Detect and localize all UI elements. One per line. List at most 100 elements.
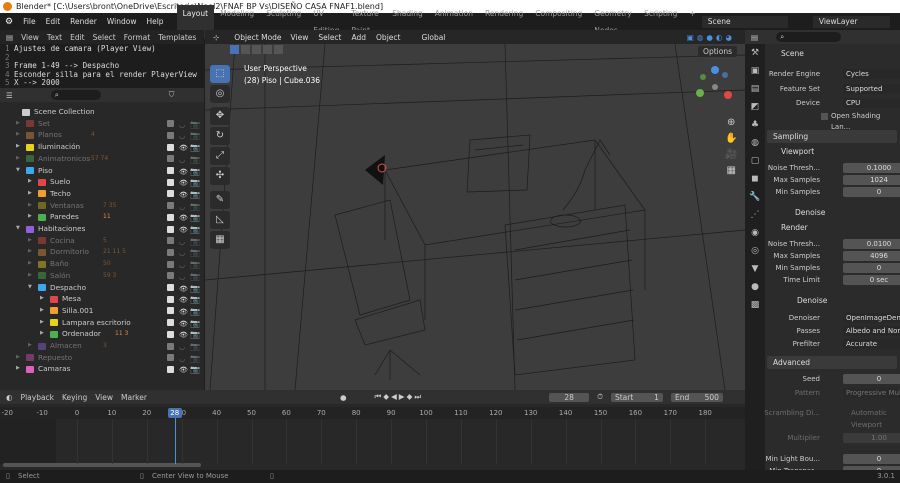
prop-row[interactable]: Min Samples 0 xyxy=(765,263,900,274)
expand-arrow-icon[interactable]: ▶ xyxy=(16,129,20,141)
outliner-row[interactable]: ▶ Lampara escritorio 👁 📷 xyxy=(0,317,204,329)
expand-arrow-icon[interactable]: ▶ xyxy=(40,293,44,305)
exclude-checkbox[interactable] xyxy=(167,213,174,221)
expand-arrow-icon[interactable]: ▶ xyxy=(28,211,32,223)
seed-row[interactable]: Seed 0 xyxy=(765,374,900,385)
expand-arrow-icon[interactable]: ▼ xyxy=(28,282,32,294)
exclude-checkbox[interactable] xyxy=(167,354,174,362)
pattern-row[interactable]: Pattern Progressive Multi-... xyxy=(765,388,900,399)
editor-type-icon[interactable]: ▤ xyxy=(751,33,758,42)
text-menu-format[interactable]: Format xyxy=(124,33,150,42)
exclude-checkbox[interactable] xyxy=(167,155,174,163)
outliner-row[interactable]: ▶ Camaras 👁 📷 xyxy=(0,363,204,375)
expand-arrow-icon[interactable]: ▶ xyxy=(28,258,32,270)
navigation-gizmo[interactable] xyxy=(693,65,737,109)
expand-arrow-icon[interactable]: ▶ xyxy=(28,235,32,247)
outliner-row[interactable]: ▶ Salón 59 3 ◡ 📷 xyxy=(0,270,204,282)
text-menu-edit[interactable]: Edit xyxy=(70,33,85,42)
exclude-checkbox[interactable] xyxy=(167,143,174,151)
render-camera-icon[interactable]: 📷 xyxy=(190,364,200,376)
filter-icon[interactable]: ⛉ xyxy=(169,90,175,100)
transform-orientation[interactable]: Global xyxy=(421,33,445,42)
menu-file[interactable]: File xyxy=(18,17,41,26)
properties-search-input[interactable]: ⌕ xyxy=(776,32,842,42)
measure-tool[interactable]: ◺ xyxy=(210,211,230,229)
playhead-frame-label[interactable]: 28 xyxy=(167,408,182,418)
blender-menu-icon[interactable]: ⚙ xyxy=(0,17,18,27)
scale-tool[interactable]: ⤢ xyxy=(210,147,230,165)
prop-value[interactable]: CPU xyxy=(843,98,900,108)
viewport-menu-add[interactable]: Add xyxy=(352,33,367,42)
outliner-search-input[interactable]: ⌕ xyxy=(50,90,101,100)
viewport-nav-buttons[interactable]: ⊕ ✋ 🎥 ▦ xyxy=(725,115,737,179)
text-menu-select[interactable]: Select xyxy=(93,33,116,42)
outliner-row[interactable]: ▶ Techo 👁 📷 xyxy=(0,188,204,200)
expand-arrow-icon[interactable]: ▶ xyxy=(28,270,32,282)
outliner-row[interactable]: ▶ Mesa 👁 📷 xyxy=(0,293,204,305)
denoise-checkbox[interactable]: Denoise xyxy=(795,208,825,217)
prop-value[interactable]: 0 xyxy=(843,374,900,384)
visibility-eye-icon[interactable]: 👁 xyxy=(179,365,188,377)
prop-row[interactable]: Time Limit 0 sec xyxy=(765,275,900,286)
shading-buttons[interactable]: ▣◍●◐◕ xyxy=(687,33,735,42)
frame-ruler[interactable]: -20-100102030405060708090100110120130140… xyxy=(0,407,745,419)
expand-arrow-icon[interactable]: ▼ xyxy=(16,223,20,235)
exclude-checkbox[interactable] xyxy=(167,284,174,291)
end-frame-field[interactable]: End 500 xyxy=(670,392,723,402)
select-mode-buttons[interactable] xyxy=(230,45,310,55)
prop-value[interactable]: Albedo and Normal xyxy=(843,326,900,336)
open-shading-checkbox[interactable]: Open Shading Lan... xyxy=(765,111,900,131)
exclude-checkbox[interactable] xyxy=(167,237,174,245)
exclude-checkbox[interactable] xyxy=(167,178,174,186)
outliner-row[interactable]: ▼ Habitaciones 👁 📷 xyxy=(0,223,204,235)
expand-arrow-icon[interactable]: ▶ xyxy=(28,246,32,258)
expand-arrow-icon[interactable]: ▶ xyxy=(40,317,44,329)
editor-type-icon[interactable]: ⊹ xyxy=(213,33,219,42)
timeline[interactable]: ◐ Playback Keying View Marker ● ⏮◆◀▶◆⏭ 28 ⏱… xyxy=(0,390,745,470)
expand-arrow-icon[interactable]: ▶ xyxy=(16,141,20,153)
properties-tabs[interactable]: ⚒ ▣ ▤ ◩ ♣ ◍ ▢ ◼ 🔧 ⋰ ◉ ◎ ▼ ● ▩ xyxy=(745,44,765,470)
prop-row[interactable]: Max Samples 1024 xyxy=(765,175,900,186)
exclude-checkbox[interactable] xyxy=(167,319,174,327)
outliner-row[interactable]: ▶ Dormitorio 21 11 5 ◡ 📷 xyxy=(0,246,204,258)
prop-value[interactable]: Supported xyxy=(843,83,900,94)
prop-row[interactable]: Render Engine Cycles xyxy=(765,69,900,80)
timeline-menu-view[interactable]: View xyxy=(95,393,113,402)
expand-arrow-icon[interactable]: ▶ xyxy=(16,153,20,165)
outliner-row[interactable]: ▶ Planos 4 ◡ 📷 xyxy=(0,129,204,141)
expand-arrow-icon[interactable]: ▶ xyxy=(16,118,20,130)
select-box-tool[interactable]: ⬚ xyxy=(210,65,230,83)
outliner-row[interactable]: Scene Collection xyxy=(0,106,204,118)
render-denoise-checkbox[interactable]: Denoise xyxy=(797,296,827,305)
text-menu-templates[interactable]: Templates xyxy=(158,33,196,42)
viewport-subpanel[interactable]: Viewport xyxy=(775,145,900,158)
start-frame-field[interactable]: Start 1 xyxy=(610,392,663,402)
outliner-row[interactable]: ▶ Set ◡ 📷 xyxy=(0,118,204,130)
menu-help[interactable]: Help xyxy=(141,17,168,26)
min-light-row[interactable]: Min Light Bou... 0 xyxy=(765,454,900,465)
exclude-checkbox[interactable] xyxy=(167,248,174,256)
transform-tool[interactable]: ✣ xyxy=(210,167,230,185)
outliner-row[interactable]: ▶ Ventanas 7 35 ◡ 📷 xyxy=(0,200,204,212)
prop-row[interactable]: Noise Thresh... 0.0100 xyxy=(765,239,900,250)
cursor-tool[interactable]: ◎ xyxy=(210,85,230,103)
scene-selector[interactable]: Scene xyxy=(701,15,788,28)
render-subpanel[interactable]: Render xyxy=(775,221,900,234)
prop-value[interactable]: 1024 xyxy=(843,175,900,185)
timeline-scrollbar[interactable] xyxy=(3,463,201,467)
expand-arrow-icon[interactable]: ▶ xyxy=(28,200,32,212)
viewport-menu-view[interactable]: View xyxy=(291,33,309,42)
expand-arrow-icon[interactable]: ▶ xyxy=(28,188,32,200)
outliner-row[interactable]: ▶ Silla.001 👁 📷 xyxy=(0,305,204,317)
auto-keying-button[interactable]: ● xyxy=(340,393,347,402)
exclude-checkbox[interactable] xyxy=(167,225,174,233)
exclude-checkbox[interactable] xyxy=(167,307,174,315)
prop-value[interactable]: 0.1000 xyxy=(843,163,900,173)
add-cube-tool[interactable]: ▦ xyxy=(210,231,230,249)
prop-value[interactable]: 0 xyxy=(843,263,900,273)
viewport-menu-select[interactable]: Select xyxy=(318,33,341,42)
text-menu-view[interactable]: View xyxy=(21,33,39,42)
prop-value[interactable]: 0 xyxy=(843,187,900,197)
outliner-row[interactable]: ▶ Almacen 3 ◡ 📷 xyxy=(0,340,204,352)
checkbox[interactable] xyxy=(821,113,828,120)
